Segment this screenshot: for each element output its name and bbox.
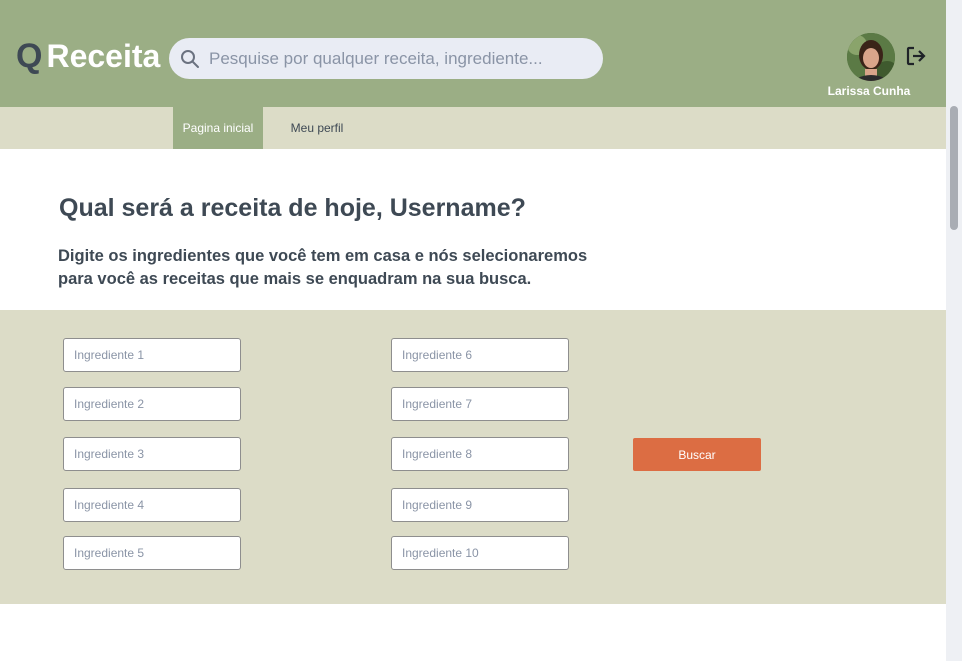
ingredient-input-4[interactable]	[63, 488, 241, 522]
ingredient-input-3[interactable]	[63, 437, 241, 471]
logo-q: Q	[16, 36, 43, 75]
page: Q Receita Larissa Cunha	[0, 0, 946, 661]
app-logo[interactable]: Q Receita	[16, 34, 160, 78]
user-name: Larissa Cunha	[827, 84, 911, 98]
tab-profile[interactable]: Meu perfil	[280, 107, 354, 149]
ingredient-input-7[interactable]	[391, 387, 569, 421]
ingredient-input-2[interactable]	[63, 387, 241, 421]
search-button[interactable]: Buscar	[633, 438, 761, 471]
search-input[interactable]	[209, 48, 589, 69]
search-bar	[169, 38, 603, 79]
main-nav: Pagina inicial Meu perfil	[0, 107, 946, 149]
logout-icon[interactable]	[904, 44, 928, 68]
ingredient-input-9[interactable]	[391, 488, 569, 522]
search-icon[interactable]	[179, 48, 201, 70]
ingredient-input-5[interactable]	[63, 536, 241, 570]
ingredient-input-6[interactable]	[391, 338, 569, 372]
page-title: Qual será a receita de hoje, Username?	[59, 194, 526, 222]
scrollbar-thumb[interactable]	[950, 106, 958, 230]
ingredient-input-8[interactable]	[391, 437, 569, 471]
top-header: Q Receita Larissa Cunha	[0, 0, 946, 107]
logo-text: Receita	[46, 37, 161, 74]
scrollbar[interactable]	[946, 0, 962, 661]
ingredient-input-10[interactable]	[391, 536, 569, 570]
page-description: Digite os ingredientes que você tem em c…	[58, 247, 588, 288]
avatar[interactable]	[847, 33, 895, 81]
tab-home[interactable]: Pagina inicial	[173, 107, 263, 149]
ingredient-input-1[interactable]	[63, 338, 241, 372]
